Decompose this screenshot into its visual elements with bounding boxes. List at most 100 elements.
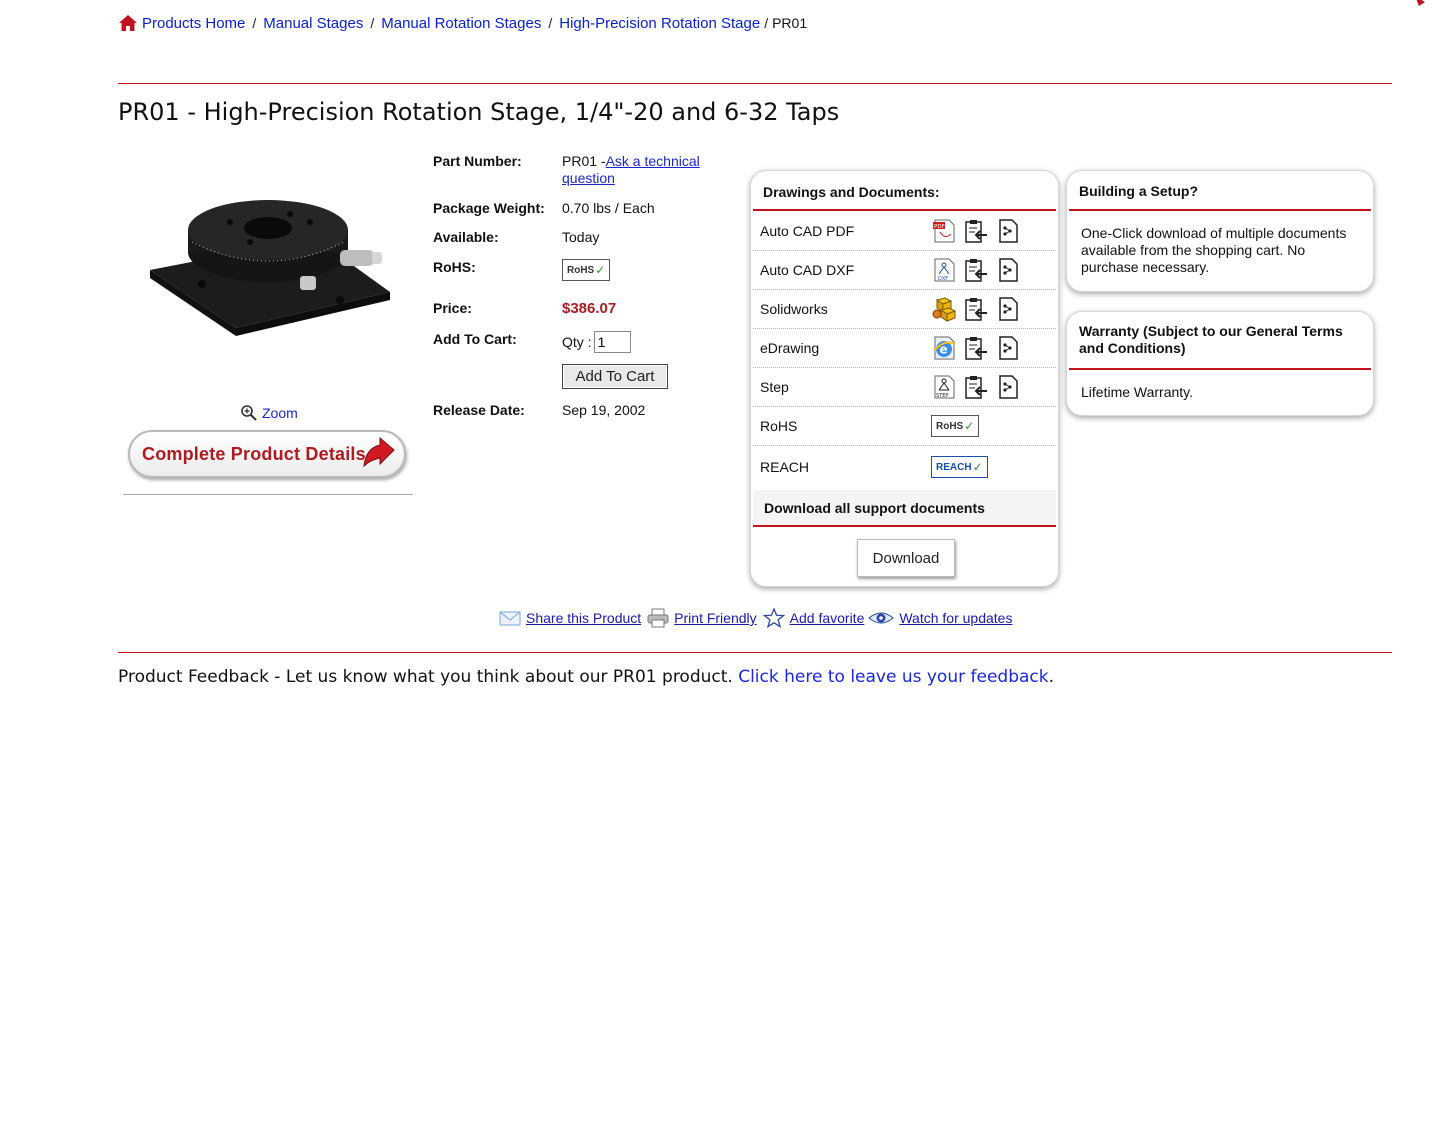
doc-name: RoHS	[760, 418, 798, 434]
doc-row-solidworks: Solidworks	[753, 290, 1056, 329]
product-actions: Share this Product Print Friendly Add fa…	[499, 608, 1012, 628]
clipboard-arrow-icon[interactable]	[963, 257, 989, 283]
doc-name: eDrawing	[760, 340, 820, 356]
eye-watch-icon	[868, 612, 895, 624]
add-to-cart-label: Add To Cart:	[433, 331, 517, 347]
clipboard-arrow-icon[interactable]	[963, 218, 989, 244]
svg-text:STEP: STEP	[936, 393, 948, 399]
breadcrumb-current: PR01	[772, 15, 808, 31]
doc-name: Auto CAD PDF	[760, 223, 855, 239]
rohs-label: RoHS:	[433, 259, 476, 275]
warranty-panel-title: Warranty (Subject to our General Terms a…	[1079, 323, 1343, 356]
breadcrumb-high-precision-rotation-stage[interactable]: High-Precision Rotation Stage	[559, 15, 760, 32]
reach-certificate-badge[interactable]: REACH ✓	[931, 456, 988, 478]
page-title: PR01 - High-Precision Rotation Stage, 1/…	[118, 98, 840, 126]
step-file-icon[interactable]: STEP	[931, 374, 957, 400]
magnifier-zoom-icon	[241, 405, 257, 421]
feedback-period: .	[1048, 667, 1054, 687]
printer-icon	[647, 608, 669, 628]
zoom-link[interactable]: Zoom	[262, 405, 298, 421]
checkmark-icon: ✓	[964, 419, 975, 433]
watch-updates-link[interactable]: Watch for updates	[899, 610, 1012, 626]
dxf-file-icon[interactable]: DXF	[931, 257, 957, 283]
doc-name: Step	[760, 379, 789, 395]
setup-panel-title: Building a Setup?	[1079, 183, 1198, 199]
details-button-label: Complete Product Details	[142, 443, 366, 464]
qty-input[interactable]	[593, 331, 631, 353]
pdf-file-icon[interactable]: PDF	[931, 218, 957, 244]
product-image[interactable]	[140, 200, 395, 340]
reach-badge-text: REACH	[936, 461, 972, 473]
zoom-control[interactable]: Zoom	[240, 404, 298, 422]
svg-text:DXF: DXF	[938, 276, 948, 282]
price-label: Price:	[433, 300, 472, 316]
feedback-text: Product Feedback - Let us know what you …	[118, 667, 739, 687]
available-label: Available:	[433, 229, 499, 245]
doc-row-edrawing: eDrawing e	[753, 329, 1056, 368]
left-divider	[123, 494, 413, 495]
rohs-badge: RoHS ✓	[562, 259, 611, 281]
rohs-badge-text: RoHS	[567, 264, 595, 276]
warranty-panel-body: Lifetime Warranty.	[1081, 384, 1194, 400]
breadcrumb-manual-stages[interactable]: Manual Stages	[263, 15, 363, 32]
available-value: Today	[562, 229, 600, 245]
setup-panel-body: One-Click download of multiple documents…	[1081, 225, 1347, 275]
release-date-label: Release Date:	[433, 402, 525, 418]
price-value: $386.07	[562, 300, 617, 317]
file-share-icon[interactable]	[995, 257, 1021, 283]
doc-name: REACH	[760, 459, 810, 475]
download-button[interactable]: Download	[857, 539, 955, 577]
warranty-panel: Warranty (Subject to our General Terms a…	[1066, 311, 1374, 416]
solidworks-icon[interactable]	[931, 296, 957, 322]
add-favorite-link[interactable]: Add favorite	[790, 610, 865, 626]
breadcrumb-separator: /	[370, 15, 375, 31]
doc-row-autocad-pdf: Auto CAD PDF PDF	[753, 212, 1056, 251]
file-share-icon[interactable]	[995, 374, 1021, 400]
print-friendly-link[interactable]: Print Friendly	[674, 610, 756, 626]
product-feedback: Product Feedback - Let us know what you …	[118, 667, 1054, 687]
breadcrumb-manual-rotation-stages[interactable]: Manual Rotation Stages	[381, 15, 541, 32]
rohs-certificate-badge[interactable]: RoHS ✓	[931, 415, 980, 437]
breadcrumb-separator: /	[548, 15, 553, 31]
breadcrumb-separator: /	[252, 15, 257, 31]
file-share-icon[interactable]	[995, 296, 1021, 322]
share-product-link[interactable]: Share this Product	[526, 610, 641, 626]
breadcrumb-products-home[interactable]: Products Home	[142, 15, 245, 32]
svg-text:PDF: PDF	[934, 224, 945, 230]
package-weight-label: Package Weight:	[433, 200, 545, 216]
docs-panel-title: Drawings and Documents:	[763, 184, 940, 200]
qty-group: Qty :	[562, 331, 631, 353]
rohs-badge-text: RoHS	[936, 420, 964, 432]
doc-row-step: Step STEP	[753, 368, 1056, 407]
edrawing-icon[interactable]: e	[931, 335, 957, 361]
docs-panel-rule	[753, 209, 1056, 211]
checkmark-icon: ✓	[595, 263, 606, 277]
file-share-icon[interactable]	[995, 335, 1021, 361]
qty-label: Qty :	[562, 334, 592, 350]
part-number-label: Part Number:	[433, 153, 522, 169]
add-to-cart-button[interactable]: Add To Cart	[562, 364, 668, 389]
bottom-divider	[118, 652, 1392, 653]
feedback-link[interactable]: Click here to leave us your feedback	[738, 667, 1048, 687]
doc-row-reach: REACH REACH ✓	[753, 446, 1056, 488]
part-number-value: PR01 -Ask a technical question	[562, 153, 712, 187]
breadcrumb-separator: /	[764, 15, 769, 31]
checkmark-icon: ✓	[972, 460, 983, 474]
breadcrumb: Products Home / Manual Stages / Manual R…	[118, 14, 807, 32]
package-weight-value: 0.70 lbs / Each	[562, 200, 655, 216]
doc-row-autocad-dxf: Auto CAD DXF DXF	[753, 251, 1056, 290]
home-icon[interactable]	[118, 14, 138, 32]
envelope-icon	[499, 611, 521, 626]
corner-arrow-icon	[1416, 0, 1425, 6]
clipboard-arrow-icon[interactable]	[963, 335, 989, 361]
rohs-badge-image: RoHS ✓	[562, 259, 611, 281]
clipboard-arrow-icon[interactable]	[963, 296, 989, 322]
file-share-icon[interactable]	[995, 218, 1021, 244]
clipboard-arrow-icon[interactable]	[963, 374, 989, 400]
top-divider	[118, 83, 1392, 84]
doc-name: Solidworks	[760, 301, 828, 317]
complete-product-details-button[interactable]: Complete Product Details	[128, 430, 406, 478]
star-favorite-icon	[762, 608, 785, 628]
part-number: PR01 -	[562, 153, 606, 169]
doc-row-rohs: RoHS RoHS ✓	[753, 407, 1056, 446]
